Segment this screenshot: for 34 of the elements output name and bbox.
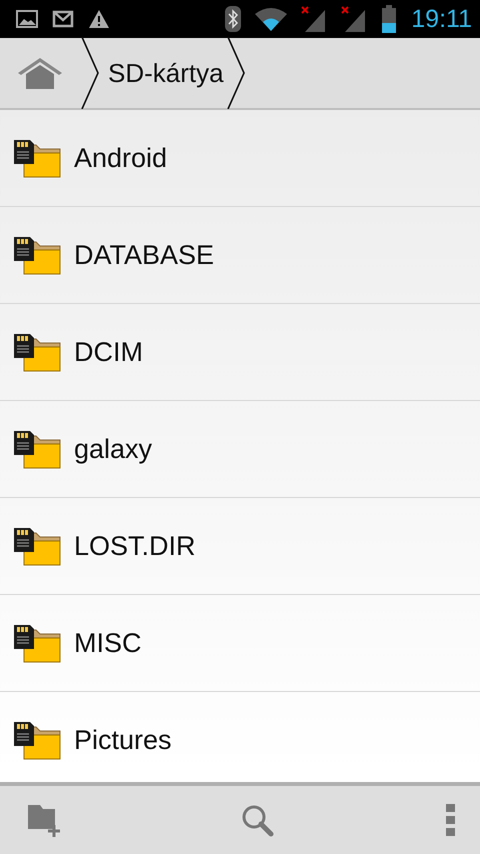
folder-name: DCIM xyxy=(74,336,143,368)
breadcrumb-separator-icon xyxy=(226,37,246,109)
folder-row[interactable]: DCIM xyxy=(0,304,480,401)
sd-card-folder-icon xyxy=(12,137,62,179)
no-signal-icon xyxy=(301,6,328,32)
sd-card-folder-icon xyxy=(12,622,62,664)
sd-card-folder-icon xyxy=(12,719,62,761)
overflow-menu-button[interactable] xyxy=(446,804,456,836)
sd-card-folder-icon xyxy=(12,525,62,567)
folder-name: Android xyxy=(74,142,168,174)
folder-row[interactable]: Android xyxy=(0,110,480,207)
no-signal-icon xyxy=(341,6,368,32)
gallery-icon xyxy=(16,10,38,28)
folder-name: LOST.DIR xyxy=(74,530,196,562)
home-icon xyxy=(16,56,64,90)
status-time: 19:11 xyxy=(411,4,472,34)
folder-name: DATABASE xyxy=(74,240,214,270)
bluetooth-icon xyxy=(225,6,242,32)
folder-name: MISC xyxy=(74,628,142,658)
folder-row[interactable]: LOST.DIR xyxy=(0,498,480,595)
breadcrumb-separator-icon xyxy=(80,37,100,109)
folder-row[interactable]: MISC xyxy=(0,595,480,692)
search-button[interactable] xyxy=(240,803,274,837)
folder-row[interactable]: DATABASE xyxy=(0,207,480,304)
mail-icon xyxy=(52,10,74,28)
sd-card-folder-icon xyxy=(12,428,62,470)
folder-name: galaxy xyxy=(74,434,152,464)
battery-icon xyxy=(381,5,398,33)
warning-icon xyxy=(88,9,110,29)
folder-row[interactable]: galaxy xyxy=(0,401,480,498)
folder-name: Pictures xyxy=(74,724,172,756)
wifi-icon xyxy=(255,7,288,31)
sd-card-folder-icon xyxy=(12,234,62,276)
sd-card-folder-icon xyxy=(12,331,62,373)
